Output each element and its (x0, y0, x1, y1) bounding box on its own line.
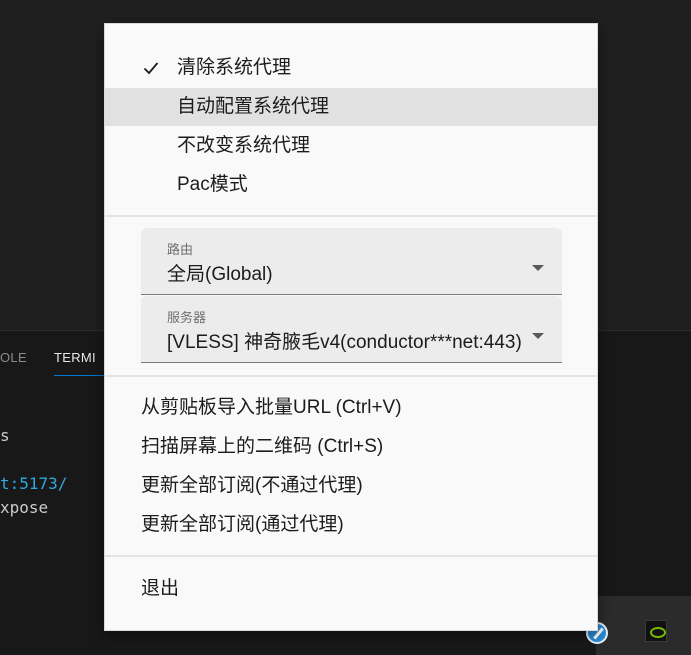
menu-item-label: 从剪贴板导入批量URL (Ctrl+V) (141, 397, 402, 418)
chevron-down-icon (532, 333, 544, 339)
menu-item-label: 扫描屏幕上的二维码 (Ctrl+S) (141, 436, 384, 457)
menu-item-pac-mode[interactable]: Pac模式 (105, 166, 597, 204)
check-icon (143, 62, 159, 75)
nvidia-tray-icon[interactable] (645, 620, 667, 642)
tab-terminal-underline (54, 375, 106, 376)
menu-item-auto-system-proxy[interactable]: 自动配置系统代理 (105, 88, 597, 126)
menu-item-label: 更新全部订阅(通过代理) (141, 514, 344, 535)
menu-item-label: 退出 (141, 578, 180, 599)
menu-item-label: Pac模式 (177, 174, 248, 195)
routing-caption: 路由 (167, 242, 194, 257)
menu-item-label: 更新全部订阅(不通过代理) (141, 475, 363, 496)
server-caption: 服务器 (167, 310, 207, 325)
menu-item-import-clipboard[interactable]: 从剪贴板导入批量URL (Ctrl+V) (105, 389, 597, 427)
tab-terminal[interactable]: TERMI (54, 350, 96, 365)
chevron-down-icon (532, 265, 544, 271)
menu-item-scan-qr[interactable]: 扫描屏幕上的二维码 (Ctrl+S) (105, 428, 597, 466)
menu-item-update-subs-proxy[interactable]: 更新全部订阅(通过代理) (105, 506, 597, 544)
terminal-line: xpose (0, 498, 49, 517)
tab-console[interactable]: OLE (0, 350, 27, 365)
routing-select[interactable]: 路由 全局(Global) (141, 228, 562, 295)
menu-item-label: 不改变系统代理 (177, 135, 311, 156)
tray-context-menu: 清除系统代理 自动配置系统代理 不改变系统代理 Pac模式 路由 全局(Glob… (104, 23, 598, 631)
menu-divider (105, 555, 597, 557)
taskbar-tray (596, 596, 691, 655)
menu-item-clear-system-proxy[interactable]: 清除系统代理 (105, 49, 597, 87)
menu-item-exit[interactable]: 退出 (105, 570, 597, 608)
server-select[interactable]: 服务器 [VLESS] 神奇腋毛v4(conductor***net:443) (141, 296, 562, 363)
routing-value: 全局(Global) (167, 264, 273, 285)
menu-divider (105, 215, 597, 217)
menu-item-update-subs-direct[interactable]: 更新全部订阅(不通过代理) (105, 467, 597, 505)
menu-divider (105, 375, 597, 377)
server-value: [VLESS] 神奇腋毛v4(conductor***net:443) (167, 332, 522, 353)
terminal-line: s (0, 426, 10, 445)
terminal-url[interactable]: t:5173/ (0, 474, 67, 493)
menu-item-label: 清除系统代理 (177, 57, 292, 78)
menu-item-label: 自动配置系统代理 (177, 96, 330, 117)
menu-item-no-change-proxy[interactable]: 不改变系统代理 (105, 127, 597, 165)
